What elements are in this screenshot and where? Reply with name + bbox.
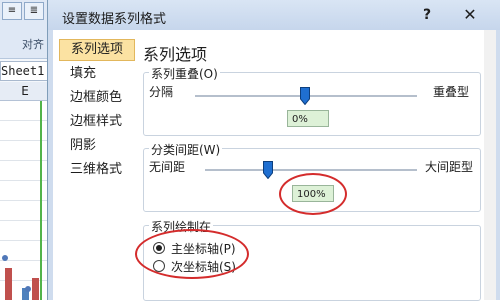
align-left-icon[interactable]: ≡: [2, 2, 22, 20]
overlap-min-label: 分隔: [149, 85, 174, 99]
gap-label: 分类间距(W): [149, 141, 223, 158]
chart-bar: [5, 268, 12, 300]
dialog-titlebar[interactable]: 设置数据系列格式 ? ✕: [48, 0, 500, 30]
gap-min-label: 无间距: [149, 160, 186, 174]
nav-item-series-options[interactable]: 系列选项: [59, 39, 135, 61]
highlight-ellipse: [135, 229, 249, 279]
gap-slider-thumb[interactable]: [263, 161, 273, 180]
nav-item-border-style[interactable]: 边框样式: [59, 111, 135, 133]
overlap-slider-thumb[interactable]: [300, 87, 310, 106]
gap-max-label: 大间距型: [425, 160, 474, 174]
highlight-ellipse: [279, 173, 347, 215]
nav-item-shadow[interactable]: 阴影: [59, 135, 135, 157]
panel-title: 系列选项: [143, 45, 208, 64]
overlap-max-label: 重叠型: [433, 85, 470, 99]
help-button[interactable]: ?: [419, 6, 435, 24]
chart-point: [25, 286, 31, 292]
excel-ribbon: ≡ ≣ 对齐: [0, 0, 50, 59]
indent-icon[interactable]: ≣: [24, 2, 44, 20]
chart-bar: [32, 278, 39, 300]
dialog-title: 设置数据系列格式: [62, 12, 167, 27]
chart-point: [2, 255, 8, 261]
formula-reference: Sheet1!$: [0, 61, 52, 81]
nav-item-border-color[interactable]: 边框颜色: [59, 87, 135, 109]
nav-item-fill[interactable]: 填充: [59, 63, 135, 85]
series-options-panel: 系列选项 系列重叠(O) 分隔 重叠型 0% 分类间距(W) 无间距 大间距型 …: [135, 35, 489, 301]
format-series-dialog: 设置数据系列格式 ? ✕ 系列选项 填充 边框颜色 边框样式 阴影 三维格式 系…: [47, 0, 500, 301]
column-header[interactable]: E: [0, 82, 50, 101]
overlap-value-field[interactable]: 0%: [287, 110, 329, 127]
overlap-label: 系列重叠(O): [149, 65, 220, 82]
chart-gridline: [40, 101, 42, 300]
gap-slider-track[interactable]: [205, 169, 417, 172]
dialog-body: 系列选项 填充 边框颜色 边框样式 阴影 三维格式 系列选项 系列重叠(O) 分…: [53, 30, 496, 301]
close-button[interactable]: ✕: [461, 6, 479, 24]
dialog-scrollbar[interactable]: [484, 30, 496, 300]
align-group-label: 对齐: [22, 38, 44, 51]
category-nav: 系列选项 填充 边框颜色 边框样式 阴影 三维格式: [56, 35, 136, 300]
nav-item-3d-format[interactable]: 三维格式: [59, 159, 135, 181]
